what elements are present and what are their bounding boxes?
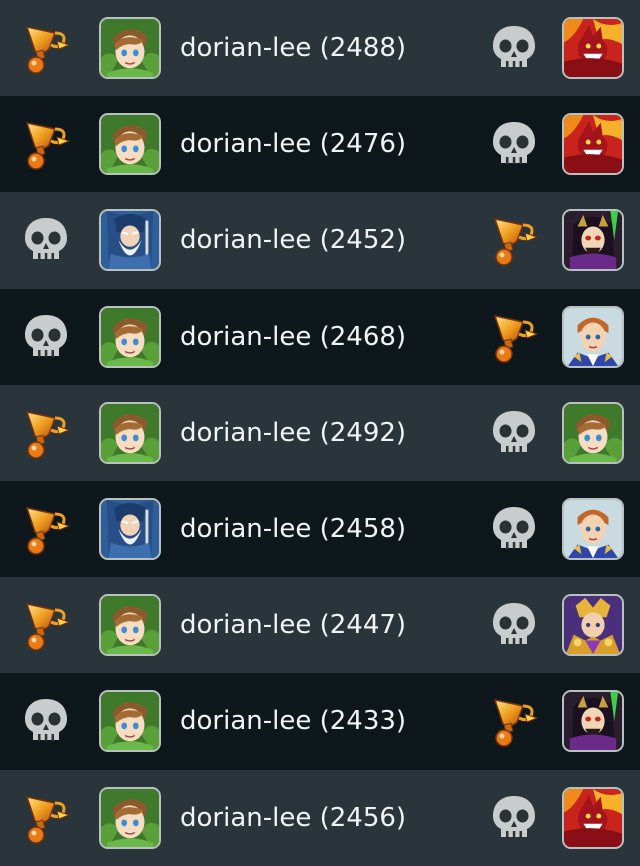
player-name-rating[interactable]: dorian-lee (2456) [180,803,406,833]
match-row[interactable]: dorian-lee (2433) [0,673,640,770]
dark-lord-avatar[interactable] [562,690,624,753]
green-hair-hero-avatar[interactable] [99,690,161,753]
trophy-icon [19,21,73,75]
skull-icon [487,21,541,75]
player-name-rating[interactable]: dorian-lee (2458) [180,514,406,544]
match-row[interactable]: dorian-lee (2492) [0,384,640,481]
golden-knight-avatar[interactable] [562,594,624,657]
green-hair-hero-avatar[interactable] [99,401,161,464]
green-hair-hero-avatar[interactable] [99,786,161,849]
player-name-rating[interactable]: dorian-lee (2468) [180,322,406,352]
player-name-rating[interactable]: dorian-lee (2476) [180,129,406,159]
red-dragon-avatar[interactable] [562,17,624,80]
trophy-icon [19,598,73,652]
trophy-icon [19,502,73,556]
wizard-avatar[interactable] [99,209,161,272]
skull-icon [19,694,73,748]
prince-avatar[interactable] [562,305,624,368]
match-row[interactable]: dorian-lee (2447) [0,577,640,674]
trophy-icon [487,213,541,267]
green-hair-hero-avatar[interactable] [99,17,161,80]
player-name-rating[interactable]: dorian-lee (2433) [180,706,406,736]
red-dragon-avatar[interactable] [562,786,624,849]
green-hair-hero-avatar[interactable] [99,594,161,657]
trophy-icon [19,406,73,460]
player-name-rating[interactable]: dorian-lee (2447) [180,610,406,640]
skull-icon [487,598,541,652]
trophy-icon [487,310,541,364]
trophy-icon [19,791,73,845]
player-name-rating[interactable]: dorian-lee (2492) [180,418,406,448]
player-name-rating[interactable]: dorian-lee (2488) [180,33,406,63]
match-row[interactable]: dorian-lee (2452) [0,192,640,289]
skull-icon [487,791,541,845]
skull-icon [487,117,541,171]
skull-icon [487,502,541,556]
wizard-avatar[interactable] [99,498,161,561]
skull-icon [487,406,541,460]
prince-avatar[interactable] [562,498,624,561]
match-history-list: dorian-lee (2488) dorian-lee (2476) dori… [0,0,640,866]
green-hair-hero-avatar[interactable] [562,401,624,464]
green-hair-hero-avatar[interactable] [99,113,161,176]
trophy-icon [487,694,541,748]
match-row[interactable]: dorian-lee (2488) [0,0,640,97]
player-name-rating[interactable]: dorian-lee (2452) [180,225,406,255]
match-row[interactable]: dorian-lee (2468) [0,288,640,385]
match-row[interactable]: dorian-lee (2458) [0,480,640,578]
red-dragon-avatar[interactable] [562,113,624,176]
dark-lord-avatar[interactable] [562,209,624,272]
match-row[interactable]: dorian-lee (2476) [0,96,640,193]
match-row[interactable]: dorian-lee (2456) [0,769,640,866]
green-hair-hero-avatar[interactable] [99,305,161,368]
skull-icon [19,310,73,364]
skull-icon [19,213,73,267]
trophy-icon [19,117,73,171]
